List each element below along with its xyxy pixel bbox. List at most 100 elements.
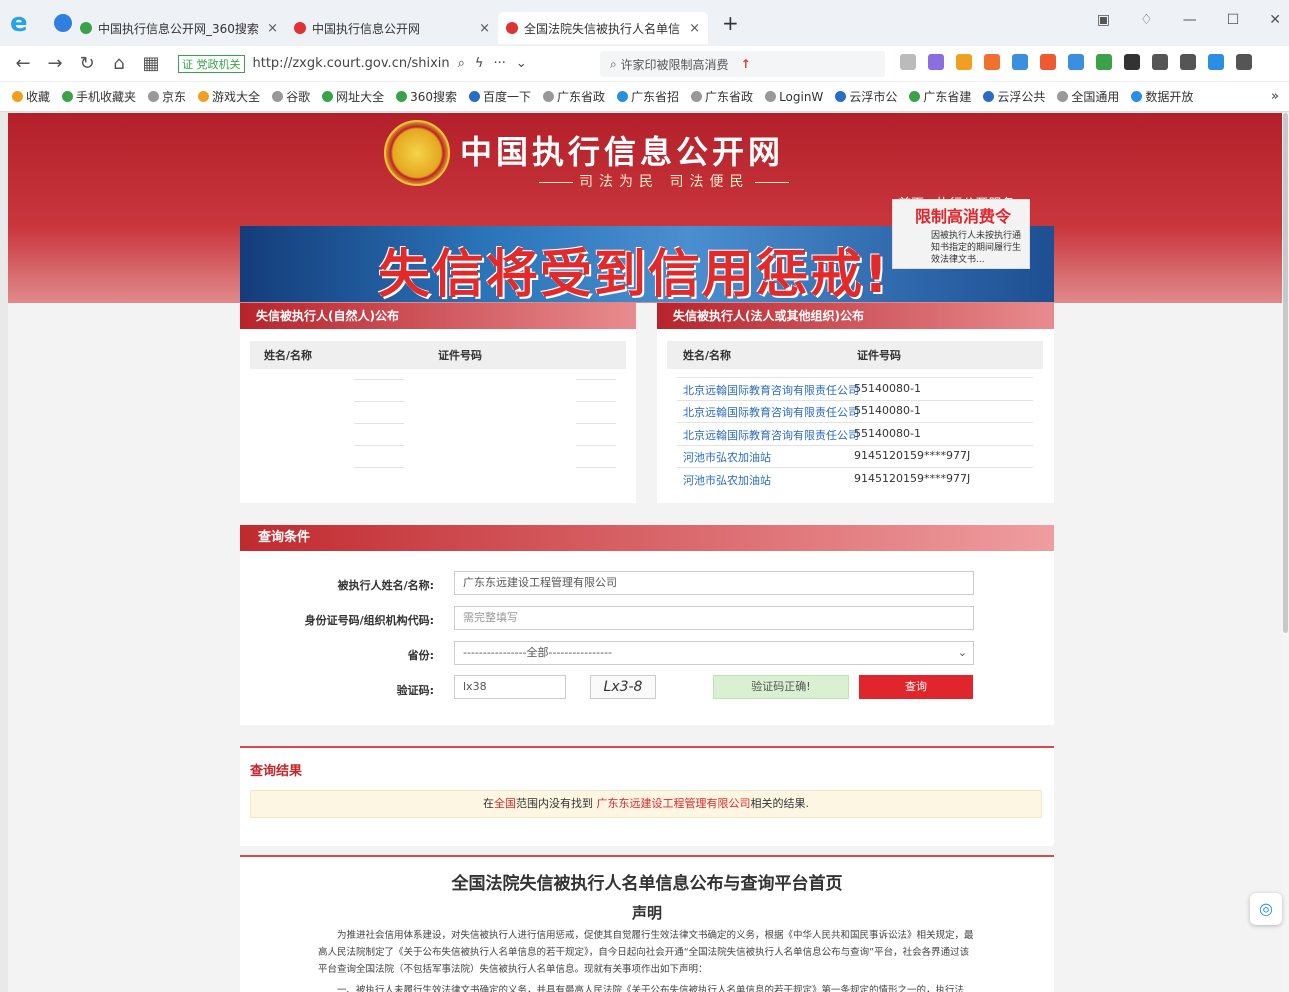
order-desc: 因被执行人未按执行通知书指定的期间履行生效法律文书... bbox=[931, 231, 1022, 265]
province-value: ----------------全部---------------- bbox=[463, 646, 613, 659]
bookmark-item[interactable]: 游戏大全 bbox=[198, 88, 260, 105]
bookmark-item[interactable]: LoginW bbox=[765, 90, 823, 104]
home-icon[interactable]: ⌂ bbox=[110, 53, 128, 74]
company-link[interactable]: 河池市弘农加油站 bbox=[683, 449, 771, 465]
translate-icon[interactable] bbox=[928, 54, 944, 70]
result-panel: 查询结果 在全国范围内没有找到 广东东远建设工程管理有限公司相关的结果. bbox=[240, 746, 1054, 846]
company-id: 9145120159****977J bbox=[854, 449, 971, 462]
trend-up-icon: ↑ bbox=[740, 57, 751, 71]
panel-title: 失信被执行人(自然人)公布 bbox=[240, 303, 636, 329]
province-label: 省份: bbox=[407, 649, 434, 662]
result-title: 查询结果 bbox=[250, 764, 303, 779]
scissors-icon[interactable] bbox=[900, 54, 916, 70]
bookmark-item[interactable]: 京东 bbox=[148, 88, 186, 105]
name-input[interactable]: 广东东远建设工程管理有限公司 bbox=[454, 571, 974, 595]
minimize-icon[interactable]: — bbox=[1183, 12, 1197, 28]
order-title: 限制高消费令 bbox=[915, 207, 1012, 226]
bookmark-item[interactable]: 网址大全 bbox=[322, 88, 384, 105]
bookmark-item[interactable]: 广东省政 bbox=[691, 88, 753, 105]
bookmark-item[interactable]: 云浮市公 bbox=[835, 88, 897, 105]
skin-icon[interactable]: ♢ bbox=[1140, 12, 1153, 28]
more-icon[interactable]: ··· bbox=[494, 56, 506, 71]
lightning-icon[interactable]: ϟ bbox=[475, 56, 484, 71]
company-link[interactable]: 北京远翰国际教育咨询有限责任公司 bbox=[683, 382, 859, 398]
close-icon[interactable]: × bbox=[689, 21, 700, 36]
col-id: 证件号码 bbox=[857, 349, 901, 362]
bookmark-item[interactable]: 广东省建 bbox=[909, 88, 971, 105]
bookmarks-bar: 收藏 手机收藏夹 京东 游戏大全 谷歌 网址大全 360搜索 百度一下 广东省政… bbox=[0, 82, 1289, 112]
captcha-image[interactable]: Lx3-8 bbox=[590, 675, 656, 699]
chevron-down-icon[interactable]: ⌄ bbox=[516, 56, 527, 71]
undo-icon[interactable] bbox=[1180, 54, 1196, 70]
scope-text: 全国 bbox=[494, 797, 516, 810]
bookmark-item[interactable]: 收藏 bbox=[12, 88, 50, 105]
wechat-icon[interactable] bbox=[1096, 54, 1112, 70]
bookmark-item[interactable]: 百度一下 bbox=[469, 88, 531, 105]
game-icon[interactable] bbox=[984, 54, 1000, 70]
close-icon[interactable]: × bbox=[267, 21, 278, 36]
new-tab-icon[interactable]: + bbox=[722, 11, 739, 35]
url-field[interactable]: 证 党政机关 http://zxgk.court.gov.cn/shixin ⌕… bbox=[178, 51, 598, 77]
bookmark-item[interactable]: 全国通用 bbox=[1057, 88, 1119, 105]
company-link[interactable]: 北京远翰国际教育咨询有限责任公司 bbox=[683, 404, 859, 420]
site-subtitle: 司法为民 司法便民 bbox=[533, 171, 795, 191]
360-favicon-icon bbox=[80, 22, 92, 34]
search-box[interactable]: ⌕ 许家印被限制高消费 ↑ bbox=[600, 51, 885, 77]
bookmark-item[interactable]: 360搜索 bbox=[396, 88, 457, 105]
sync-icon[interactable] bbox=[1208, 54, 1224, 70]
bookmark-item[interactable]: 手机收藏夹 bbox=[62, 88, 136, 105]
zoom-icon[interactable]: ⌕ bbox=[458, 56, 465, 71]
mail-icon[interactable] bbox=[1068, 54, 1084, 70]
page-scrollbar[interactable] bbox=[1282, 113, 1289, 992]
company-id: 55140080-1 bbox=[854, 404, 921, 417]
province-select[interactable]: ----------------全部---------------- ⌄ bbox=[454, 641, 974, 665]
download-icon[interactable] bbox=[1152, 54, 1168, 70]
consumption-order-ad[interactable]: 限制高消费令 因被执行人未按执行通知书指定的期间履行生效法律文书... bbox=[892, 199, 1030, 269]
tab-shixin[interactable]: 全国法院失信被执行人名单信 × bbox=[498, 12, 708, 44]
bookmark-item[interactable]: 广东省招 bbox=[617, 88, 679, 105]
captcha-input[interactable]: lx38 bbox=[454, 675, 566, 699]
close-icon[interactable]: × bbox=[479, 21, 490, 36]
id-input[interactable]: 需完整填写 bbox=[454, 606, 974, 630]
captcha-label: 验证码: bbox=[396, 684, 434, 697]
assistant-float-icon[interactable]: ◎ bbox=[1250, 893, 1282, 925]
find-icon[interactable] bbox=[1012, 54, 1028, 70]
forward-icon[interactable]: → bbox=[46, 53, 64, 74]
url-text[interactable]: http://zxgk.court.gov.cn/shixin bbox=[253, 56, 450, 71]
bookmark-item[interactable]: 云浮公共 bbox=[983, 88, 1045, 105]
query-button[interactable]: 查询 bbox=[859, 675, 973, 699]
navigation-icon[interactable] bbox=[54, 14, 72, 32]
gov-site-badge: 证 党政机关 bbox=[178, 54, 245, 73]
extension-icon[interactable]: ▦ bbox=[142, 53, 160, 74]
reload-icon[interactable]: ↻ bbox=[78, 53, 96, 74]
bookmark-item[interactable]: 谷歌 bbox=[272, 88, 310, 105]
record-icon[interactable] bbox=[1040, 54, 1056, 70]
search-icon: ⌕ bbox=[610, 56, 621, 71]
company-link[interactable]: 北京远翰国际教育咨询有限责任公司 bbox=[683, 427, 859, 443]
tab-zxgk[interactable]: 中国执行信息公开网 × bbox=[286, 12, 498, 44]
shield-icon[interactable] bbox=[956, 54, 972, 70]
back-icon[interactable]: ← bbox=[14, 53, 32, 74]
natural-person-panel: 失信被执行人(自然人)公布 姓名/名称 证件号码 bbox=[240, 303, 636, 503]
tab-count-icon[interactable]: ▣ bbox=[1097, 12, 1110, 28]
court-favicon-icon bbox=[506, 22, 518, 34]
bookmark-item[interactable]: 数据开放 bbox=[1131, 88, 1193, 105]
col-id: 证件号码 bbox=[438, 349, 482, 362]
maximize-icon[interactable]: ☐ bbox=[1227, 12, 1240, 28]
search-text[interactable]: 许家印被限制高消费 bbox=[621, 56, 729, 73]
bookmark-item[interactable]: 广东省政 bbox=[543, 88, 605, 105]
close-window-icon[interactable]: ✕ bbox=[1269, 12, 1281, 28]
tab-360-search[interactable]: 中国执行信息公开网_360搜索 × bbox=[72, 12, 286, 44]
address-bar: ← → ↻ ⌂ ▦ 证 党政机关 http://zxgk.court.gov.c… bbox=[0, 46, 1289, 82]
banner-text: 失信将受到信用惩戒! bbox=[378, 245, 890, 302]
puzzle-icon[interactable] bbox=[1124, 54, 1140, 70]
more-bookmarks-icon[interactable]: » bbox=[1271, 89, 1279, 104]
declaration-section: 全国法院失信被执行人名单信息公布与查询平台首页 声明 为推进社会信用体系建设，对… bbox=[240, 855, 1054, 992]
scrollbar-thumb[interactable] bbox=[1283, 113, 1288, 633]
declaration-title: 全国法院失信被执行人名单信息公布与查询平台首页 bbox=[451, 874, 843, 894]
menu-icon[interactable] bbox=[1236, 54, 1252, 70]
declaration-paragraph: 一、被执行人未履行生效法律文书确定的义务，并具有最高人民法院《关于公布失信被执行… bbox=[337, 985, 965, 992]
company-link[interactable]: 河池市弘农加油站 bbox=[683, 472, 771, 488]
declaration-paragraph: 为推进社会信用体系建设，对失信被执行人进行信用惩戒，促使其自觉履行生效法律文书确… bbox=[318, 930, 974, 975]
browser-logo-icon[interactable]: e bbox=[10, 9, 38, 37]
